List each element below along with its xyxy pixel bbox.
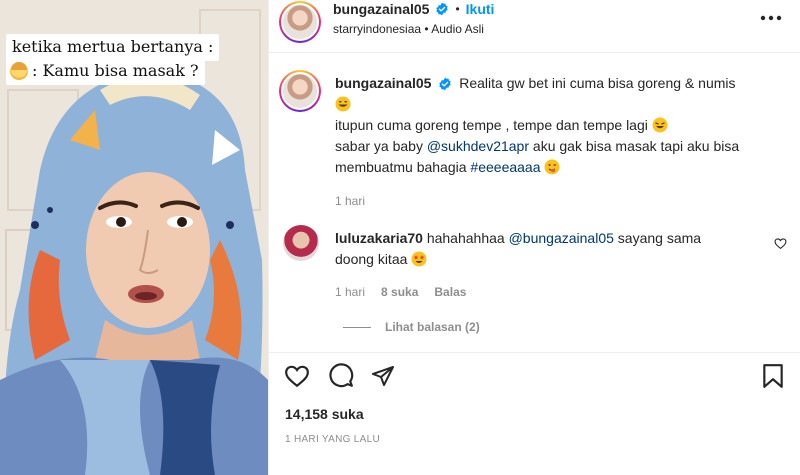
- comment-time: 1 hari: [335, 285, 366, 299]
- caption-line-2-text: : Kamu bisa masak ?: [32, 61, 199, 80]
- comment-like-icon: [774, 237, 786, 249]
- rofl-emoji-icon: [652, 117, 668, 133]
- caption-time: 1 hari: [335, 194, 366, 208]
- caption-line-1: ketika mertua bertanya :: [6, 34, 220, 61]
- comment-first-line: luluzakaria70 hahahahhaa @bungazainal05 …: [335, 228, 765, 249]
- star-struck-emoji-icon: [411, 251, 427, 267]
- post-caption: bungazainal05 Realita gw bet ini cuma bi…: [335, 73, 790, 208]
- share-icon: [372, 366, 394, 386]
- bookmark-icon: [763, 364, 783, 388]
- commenter-avatar[interactable]: [283, 225, 319, 261]
- like-count[interactable]: 14,158 suka: [285, 406, 364, 422]
- comment-text-prefix: hahahahhaa: [426, 230, 505, 246]
- caption-line-2: : Kamu bisa masak ?: [6, 58, 205, 85]
- like-button[interactable]: [283, 362, 311, 390]
- caption-line-4-prefix: membuatmu bahagia: [335, 159, 467, 175]
- view-replies-label[interactable]: Lihat balasan (2): [385, 320, 480, 334]
- comment-username[interactable]: luluzakaria70: [335, 230, 423, 246]
- share-button[interactable]: [369, 362, 397, 390]
- grandma-emoji-icon: [10, 62, 28, 80]
- replies-line: [343, 326, 371, 328]
- caption-line-1-text: Realita gw bet ini cuma bisa goreng & nu…: [459, 75, 736, 91]
- comment-likes[interactable]: 8 suka: [381, 285, 418, 299]
- reply-button[interactable]: Balas: [434, 285, 466, 299]
- winking-tongue-emoji-icon: [544, 159, 560, 175]
- post-panel: bungazainal05 • Ikuti starryindonesiaa •…: [268, 0, 800, 475]
- comment-text-suffix: sayang sama: [617, 230, 702, 246]
- caption-line-4: membuatmu bahagia #eeeeaaaa: [335, 157, 790, 178]
- comment-mention-link[interactable]: @bungazainal05: [509, 230, 614, 246]
- comment-like-button[interactable]: [771, 234, 789, 252]
- comment-icon: [329, 363, 354, 388]
- caption-avatar[interactable]: [279, 70, 321, 112]
- caption-emoji-row: [335, 94, 790, 115]
- caption-line-3-suffix: aku gak bisa masak tapi aku bisa: [532, 138, 740, 154]
- header-separator: •: [455, 2, 460, 16]
- comment: luluzakaria70 hahahahhaa @bungazainal05 …: [335, 228, 765, 299]
- audio-label[interactable]: starryindonesiaa • Audio Asli: [333, 22, 484, 36]
- post-media[interactable]: ketika mertua bertanya : : Kamu bisa mas…: [0, 0, 268, 475]
- comment-line-2-text: doong kitaa: [335, 251, 408, 267]
- caption-username[interactable]: bungazainal05: [335, 75, 431, 91]
- comment-button[interactable]: [327, 362, 355, 390]
- header-username[interactable]: bungazainal05: [333, 1, 429, 17]
- actions-divider: [269, 352, 800, 353]
- view-replies[interactable]: Lihat balasan (2): [343, 320, 480, 334]
- author-avatar[interactable]: [279, 1, 321, 43]
- verified-icon: [439, 77, 452, 91]
- post-date: 1 HARI YANG LALU: [285, 434, 381, 445]
- mention-link[interactable]: @sukhdev21apr: [427, 138, 529, 154]
- grinning-sweat-emoji-icon: [335, 96, 351, 112]
- save-button[interactable]: [759, 362, 787, 390]
- caption-line-2-text: itupun cuma goreng tempe , tempe dan tem…: [335, 117, 648, 133]
- caption-line-2: itupun cuma goreng tempe , tempe dan tem…: [335, 115, 790, 136]
- heart-icon: [285, 365, 309, 388]
- caption-line-3: sabar ya baby @sukhdev21apr aku gak bisa…: [335, 136, 790, 157]
- comment-second-line: doong kitaa: [335, 249, 765, 270]
- comment-meta: 1 hari 8 suka Balas: [335, 285, 765, 299]
- caption-first-line: bungazainal05 Realita gw bet ini cuma bi…: [335, 73, 790, 94]
- hashtag-link[interactable]: #eeeeaaaa: [470, 159, 540, 175]
- header-divider: [269, 52, 800, 53]
- caption-line-3-prefix: sabar ya baby: [335, 138, 423, 154]
- more-options-button[interactable]: [757, 6, 785, 30]
- more-icon: [760, 15, 782, 21]
- follow-button[interactable]: Ikuti: [466, 1, 495, 17]
- verified-icon: [436, 2, 449, 16]
- header-row: bungazainal05 • Ikuti: [333, 1, 494, 17]
